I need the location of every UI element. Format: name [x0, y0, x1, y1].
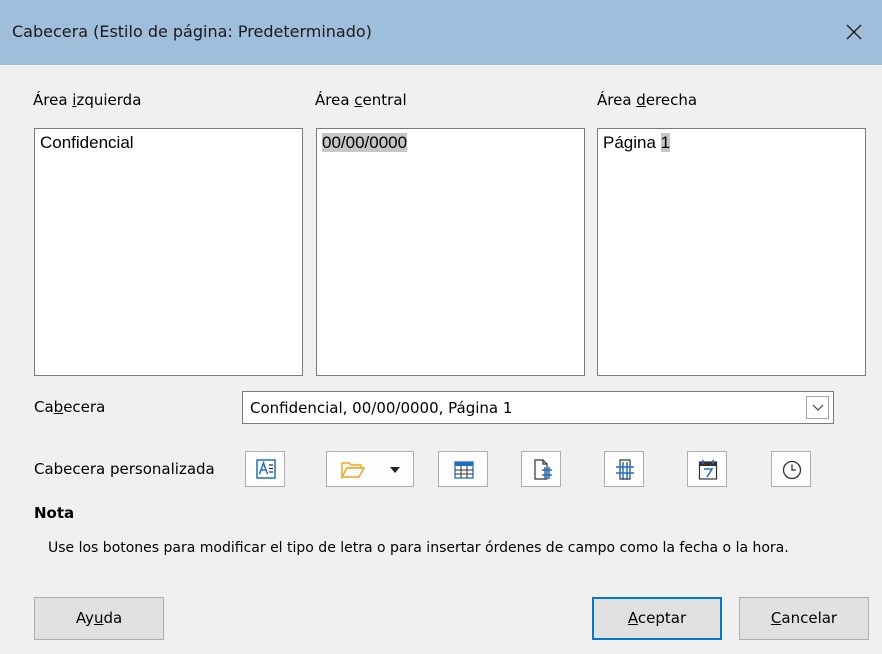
right-area-text: Página	[603, 133, 661, 152]
close-icon	[846, 24, 862, 40]
header-label: Cabecera	[34, 398, 106, 416]
chevron-down-icon	[812, 404, 824, 411]
insert-file-button[interactable]	[326, 451, 414, 487]
page-number-icon	[534, 459, 552, 480]
close-button[interactable]	[826, 0, 882, 65]
insert-page-count-button[interactable]	[604, 451, 644, 487]
clock-time-icon	[782, 460, 802, 480]
page-number-field[interactable]: 1	[660, 133, 671, 152]
header-preset-select[interactable]: Confidencial, 00/00/0000, Página 1	[242, 391, 834, 424]
left-area-editor[interactable]: Confidencial	[34, 128, 303, 376]
center-area-label: Área central	[315, 91, 407, 109]
insert-page-number-button[interactable]	[521, 451, 561, 487]
header-preset-dropdown-button[interactable]	[806, 396, 829, 419]
header-preset-value: Confidencial, 00/00/0000, Página 1	[250, 399, 513, 417]
chevron-down-icon	[390, 467, 400, 473]
folder-icon	[341, 462, 365, 479]
note-text: Use los botones para modificar el tipo d…	[48, 540, 789, 556]
table-icon	[454, 461, 474, 479]
insert-sheet-name-button[interactable]	[438, 451, 488, 487]
ok-button[interactable]: Aceptar	[592, 597, 722, 640]
date-field[interactable]: 00/00/0000	[322, 133, 408, 152]
page-count-icon	[616, 459, 634, 480]
text-attributes-icon	[256, 459, 276, 479]
right-area-editor[interactable]: Página 1	[597, 128, 866, 376]
dialog-title: Cabecera (Estilo de página: Predetermina…	[12, 22, 372, 41]
calendar-date-icon	[698, 460, 718, 480]
center-area-editor[interactable]: 00/00/0000	[316, 128, 585, 376]
insert-time-button[interactable]	[771, 451, 811, 487]
insert-date-button[interactable]	[687, 451, 727, 487]
help-button[interactable]: Ayuda	[34, 597, 164, 640]
cancel-button[interactable]: Cancelar	[739, 597, 869, 640]
text-attributes-button[interactable]	[245, 451, 285, 487]
left-area-text: Confidencial	[40, 133, 134, 152]
right-area-label: Área derecha	[597, 91, 698, 109]
left-area-label: Área izquierda	[33, 91, 142, 109]
custom-header-label: Cabecera personalizada	[34, 460, 215, 478]
note-heading: Nota	[34, 504, 75, 522]
title-bar: Cabecera (Estilo de página: Predetermina…	[0, 0, 882, 65]
